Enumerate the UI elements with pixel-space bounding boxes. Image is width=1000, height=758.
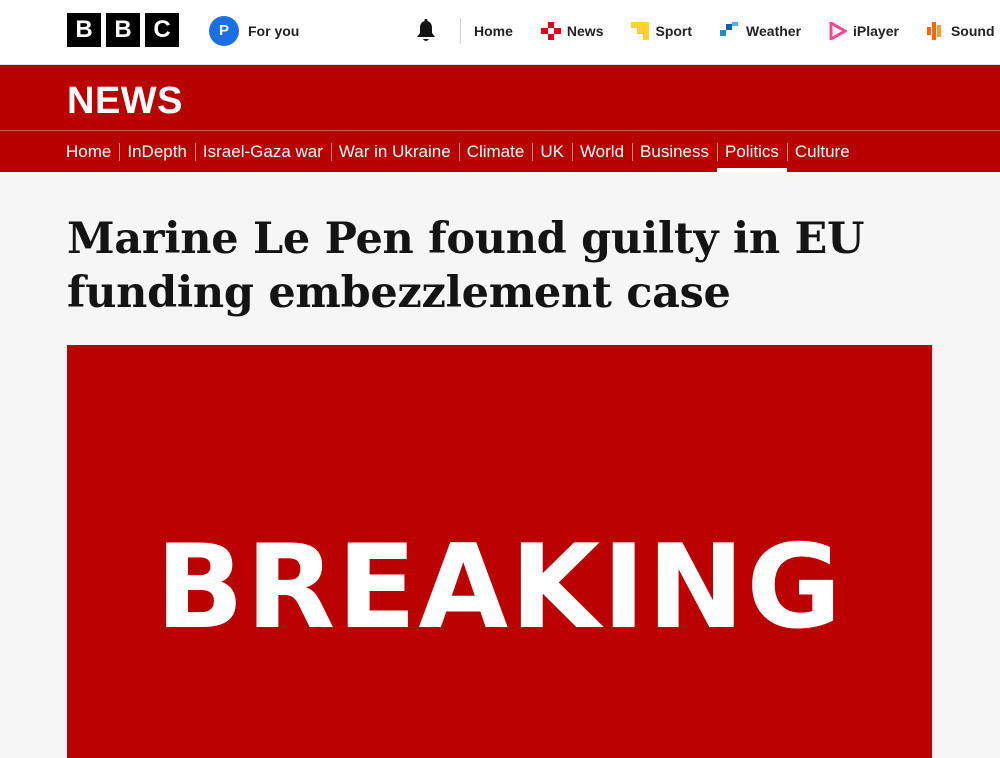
nav-item-label: Sport [655, 23, 693, 39]
section-tab-culture[interactable]: Culture [786, 131, 858, 172]
section-tab-israel-gaza-war[interactable]: Israel-Gaza war [194, 131, 331, 172]
bbc-logo-block: C [145, 13, 179, 47]
bbc-logo-block: B [106, 13, 140, 47]
breaking-news-image: BREAKING [67, 345, 932, 758]
avatar: P [209, 16, 239, 46]
section-tab-business[interactable]: Business [632, 131, 717, 172]
headline-line: Marine Le Pen found guilty in EU [67, 214, 865, 264]
for-you-label: For you [248, 23, 300, 39]
news-logo[interactable]: NEWS [67, 80, 183, 123]
sounds-icon [926, 22, 945, 40]
news-header: NEWS Home InDepth Israel-Gaza war War in… [0, 65, 1000, 172]
section-tab-world[interactable]: World [571, 131, 632, 172]
section-tab-politics[interactable]: Politics [717, 131, 787, 172]
section-tab-climate[interactable]: Climate [458, 131, 533, 172]
nav-item-iplayer[interactable]: iPlayer [829, 22, 899, 40]
section-tab-war-in-ukraine[interactable]: War in Ukraine [330, 131, 459, 172]
bbc-masthead: B B C P For you Home News Sport Weather … [0, 0, 1000, 65]
nav-item-news[interactable]: News [540, 22, 604, 40]
nav-item-home[interactable]: Home [474, 23, 513, 39]
section-tab-indepth[interactable]: InDepth [119, 131, 195, 172]
news-icon [540, 22, 561, 40]
nav-item-weather[interactable]: Weather [720, 22, 801, 40]
nav-item-label: News [566, 23, 604, 39]
nav-item-label: Sound [950, 23, 995, 39]
section-tab-uk[interactable]: UK [532, 131, 572, 172]
nav-item-label: Home [474, 23, 513, 39]
masthead-divider [460, 18, 461, 44]
nav-item-sport[interactable]: Sport [631, 22, 692, 40]
bbc-product-nav: Home News Sport Weather iPlayer Sound [474, 0, 1000, 62]
sport-icon [631, 22, 650, 40]
nav-item-label: iPlayer [853, 23, 899, 39]
nav-item-label: Weather [746, 23, 802, 39]
for-you-button[interactable]: P For you [209, 16, 299, 46]
headline-line: funding embezzlement case [67, 268, 731, 318]
section-tab-home[interactable]: Home [58, 131, 119, 172]
bbc-logo[interactable]: B B C [67, 13, 179, 47]
bbc-logo-block: B [67, 13, 101, 47]
article-headline: Marine Le Pen found guilty in EU funding… [67, 212, 932, 320]
bell-icon[interactable] [412, 17, 440, 45]
breaking-banner-text: BREAKING [155, 520, 844, 655]
section-nav: Home InDepth Israel-Gaza war War in Ukra… [58, 131, 858, 172]
iplayer-icon [829, 22, 848, 40]
nav-item-sounds[interactable]: Sound [926, 22, 995, 40]
weather-icon [720, 22, 740, 40]
